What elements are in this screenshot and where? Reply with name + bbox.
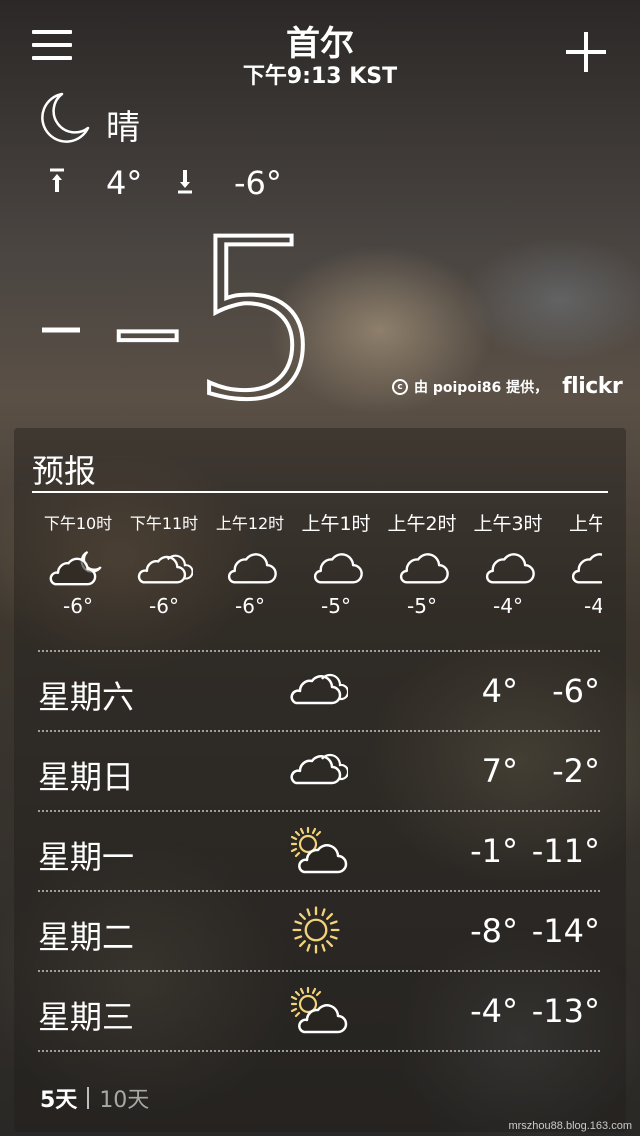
local-time: 下午9:13 KST [242, 64, 398, 89]
hour-item: 下午10时 -6° [43, 514, 113, 618]
high-temp: 4° [106, 164, 143, 202]
partly-sunny-icon [288, 986, 348, 1036]
sun-icon [288, 902, 344, 958]
hour-item: 上午2时 -5° [387, 513, 457, 618]
hour-item: 下午11时 -6° [129, 514, 199, 618]
partly-sunny-icon [288, 826, 348, 876]
hour-item: 上午3时 -4° [473, 513, 543, 618]
cloud-moon-icon [49, 550, 107, 588]
arrow-down-icon [178, 170, 192, 194]
crescent-moon-icon [41, 92, 90, 143]
forecast-title: 预报 [32, 452, 97, 490]
cloud-icon [393, 550, 451, 588]
clouds-icon [288, 746, 348, 792]
hour-item: 上午4 -4 [548, 510, 602, 618]
daily-row: 星期六 4° -6° [38, 652, 600, 732]
title-divider [32, 491, 608, 493]
tab-separator [87, 1087, 90, 1109]
low-temp: -6° [234, 164, 282, 202]
forecast-range-tabs: 5天 10天 [40, 1082, 149, 1114]
tab-5-days[interactable]: 5天 [40, 1082, 77, 1114]
row-divider [38, 1050, 600, 1052]
cloud-icon [565, 550, 602, 588]
cloud-icon [221, 550, 279, 588]
clouds-icon [288, 666, 348, 712]
daily-row: 星期二 -8° -14° [38, 892, 600, 972]
copyright-icon: c [392, 378, 408, 395]
credit-text: 由 poipoi86 提供， [414, 379, 549, 396]
hourly-forecast[interactable]: 下午10时 -6° 下午11时 -6° 上午12时 -6° 上午1时 -5° 上… [32, 510, 602, 640]
cloud-icon [307, 550, 365, 588]
current-temp-value: -5° [108, 208, 330, 408]
hour-item: 上午1时 -5° [301, 513, 371, 618]
cloud-icon [479, 550, 537, 588]
flickr-logo[interactable]: flickr [562, 374, 623, 399]
clouds-icon [135, 550, 193, 588]
tab-10-days[interactable]: 10天 [99, 1082, 149, 1114]
daily-row: 星期一 -1° -11° [38, 812, 600, 892]
arrow-up-icon [50, 168, 64, 192]
condition-text: 晴 [106, 108, 140, 148]
current-temperature: -5° [42, 208, 330, 408]
daily-row: 星期日 7° -2° [38, 732, 600, 812]
watermark: mrszhou88.blog.163.com [508, 1120, 632, 1132]
hour-item: 上午12时 -6° [215, 514, 285, 618]
photo-credit[interactable]: c 由 poipoi86 提供， flickr [392, 374, 623, 399]
plus-icon[interactable] [566, 32, 606, 72]
daily-row: 星期三 -4° -13° [38, 972, 600, 1052]
